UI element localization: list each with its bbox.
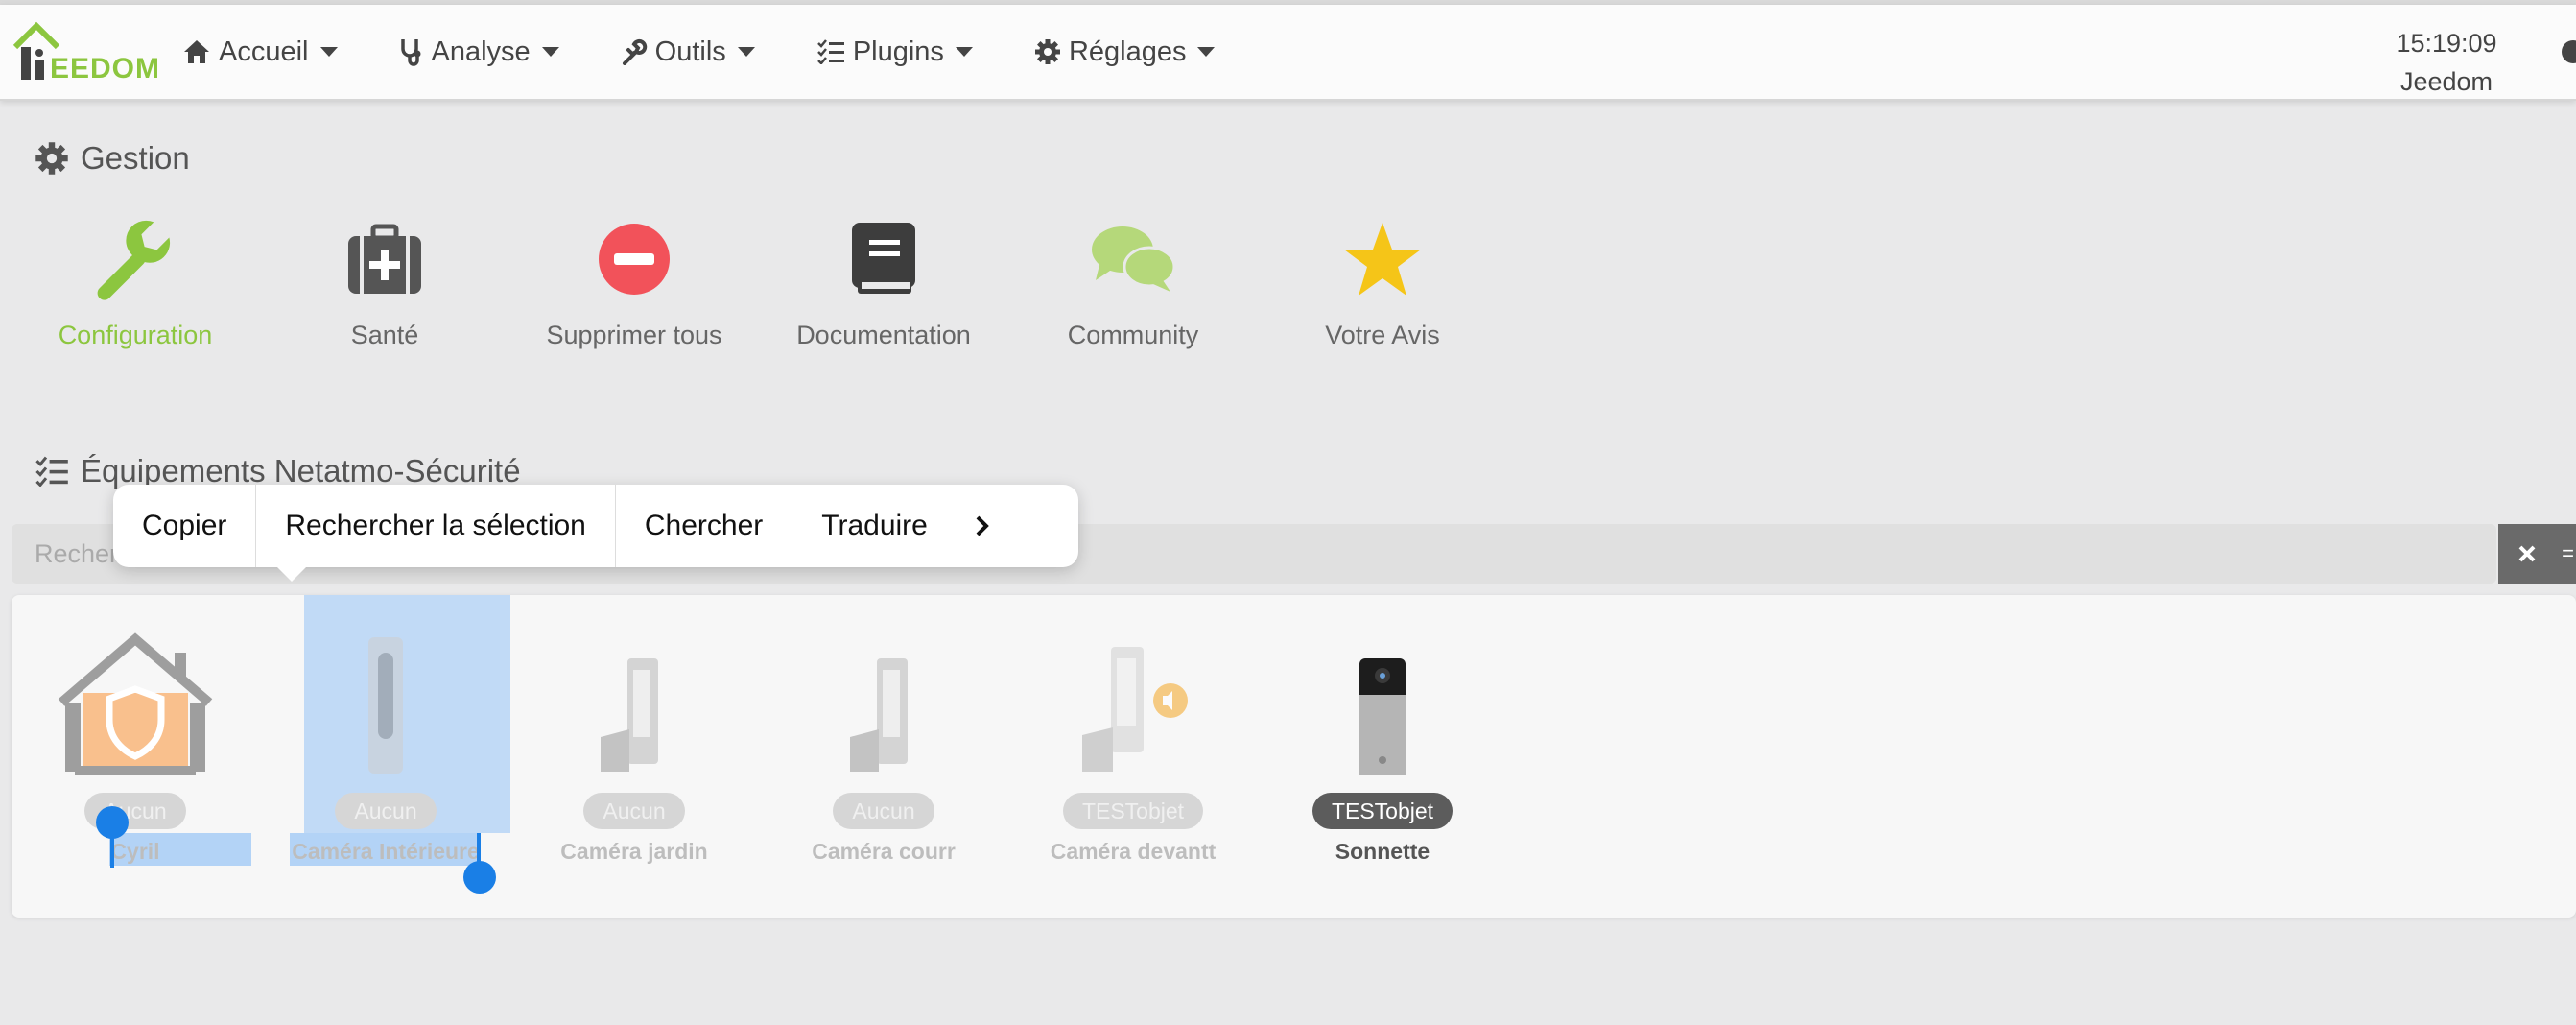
- menu-reglages[interactable]: Réglages: [1034, 36, 1223, 68]
- equipment-card[interactable]: TESTobjet Caméra devantt: [1023, 614, 1243, 865]
- home-shield-icon: [58, 632, 213, 775]
- gear-icon: [35, 142, 68, 175]
- clock: 15:19:09 Jeedom: [2360, 24, 2533, 101]
- comments-icon: [1092, 226, 1176, 292]
- chevron-right-icon: [976, 515, 989, 536]
- caret-down-icon: [955, 47, 973, 57]
- equipment-name: Sonnette: [1335, 839, 1430, 864]
- gestion-supprimer-tous-label: Supprimer tous: [546, 321, 722, 349]
- equipment-name: Caméra Intérieure: [292, 839, 480, 864]
- equipment-name: Caméra devantt: [1050, 839, 1217, 864]
- gestion-supprimer-tous[interactable]: Supprimer tous: [509, 211, 759, 350]
- equipment-name: Caméra courr: [812, 839, 956, 864]
- equipment-object-badge: Aucun: [335, 793, 437, 829]
- ctx-traduire[interactable]: Traduire: [792, 485, 957, 567]
- jeedom-logo[interactable]: EEDOM: [12, 18, 159, 85]
- navbar: EEDOM Accueil Analyse Outils Plugins Rég…: [0, 5, 2576, 101]
- toggle-view-button[interactable]: =: [2556, 524, 2576, 584]
- ctx-chercher[interactable]: Chercher: [616, 485, 793, 567]
- home-icon: [184, 40, 209, 63]
- tasks-icon: [35, 456, 68, 487]
- caret-down-icon: [541, 47, 559, 57]
- equipment-object-badge: Aucun: [833, 793, 934, 829]
- doorbell-icon: [1359, 658, 1406, 775]
- gestion-sante[interactable]: Santé: [260, 211, 509, 350]
- equipment-name: Caméra jardin: [560, 839, 708, 864]
- ctx-copier[interactable]: Copier: [113, 485, 257, 567]
- menu-accueil-label: Accueil: [219, 36, 309, 67]
- gestion-votre-avis-label: Votre Avis: [1325, 321, 1440, 349]
- logo-text: EEDOM: [50, 53, 161, 84]
- ctx-rechercher-selection[interactable]: Rechercher la sélection: [256, 485, 616, 567]
- selection-end-handle[interactable]: [463, 861, 496, 894]
- equipment-card[interactable]: Aucun Caméra jardin: [524, 614, 744, 865]
- gestion-community-label: Community: [1067, 321, 1199, 349]
- clock-time: 15:19:09: [2396, 29, 2497, 58]
- stethoscope-icon: [400, 39, 420, 66]
- book-icon: [852, 223, 915, 294]
- gestion-configuration[interactable]: Configuration: [11, 211, 260, 350]
- selection-start-handle: [110, 829, 114, 868]
- menu-outils-label: Outils: [654, 36, 726, 67]
- equipment-object-badge: TESTobjet: [1062, 793, 1204, 829]
- tasks-icon: [816, 39, 844, 64]
- caret-down-icon: [1197, 47, 1216, 57]
- menu-analyse[interactable]: Analyse: [399, 36, 567, 68]
- ctx-more[interactable]: [957, 485, 1005, 567]
- outdoor-camera-icon: [850, 658, 908, 772]
- star-icon: [1344, 223, 1421, 296]
- equipment-card[interactable]: Aucun Caméra Intérieure: [275, 614, 496, 865]
- gestion-votre-avis[interactable]: Votre Avis: [1258, 211, 1507, 350]
- clock-user[interactable]: Jeedom: [2360, 62, 2533, 101]
- siren-camera-icon: [1082, 647, 1188, 772]
- gear-icon: [1034, 39, 1060, 64]
- wrench-icon: [97, 220, 171, 300]
- clear-search-button[interactable]: [2498, 524, 2556, 584]
- menu-analyse-label: Analyse: [431, 36, 531, 67]
- outdoor-camera-icon: [601, 658, 658, 772]
- equipment-object-badge: TESTobjet: [1312, 793, 1453, 829]
- text-selection-context-menu: Copier Rechercher la sélection Chercher …: [113, 485, 1078, 567]
- equipment-object-badge: Aucun: [583, 793, 685, 829]
- gestion-title-label: Gestion: [81, 140, 190, 176]
- times-icon: [2518, 545, 2536, 562]
- context-menu-pointer: [276, 566, 307, 582]
- gestion-documentation-label: Documentation: [796, 321, 971, 349]
- indoor-camera-icon: [368, 637, 403, 774]
- gestion-title: Gestion: [35, 140, 190, 177]
- info-icon[interactable]: [2562, 40, 2576, 63]
- equipment-card[interactable]: Aucun Cyril: [25, 614, 246, 865]
- gestion-community[interactable]: Community: [1008, 211, 1258, 350]
- gestion-documentation[interactable]: Documentation: [759, 211, 1008, 350]
- minus-circle-icon: [599, 224, 670, 295]
- equipment-name: Cyril: [110, 839, 160, 864]
- medkit-icon: [348, 224, 421, 294]
- gestion-configuration-label: Configuration: [58, 321, 213, 349]
- equipment-card[interactable]: Aucun Caméra courr: [773, 614, 994, 865]
- menu-reglages-label: Réglages: [1068, 36, 1187, 67]
- menu-accueil[interactable]: Accueil: [182, 36, 345, 68]
- menu-plugins-label: Plugins: [852, 36, 944, 67]
- menu-outils[interactable]: Outils: [621, 36, 763, 68]
- gestion-sante-label: Santé: [350, 321, 419, 349]
- wrench-icon: [622, 38, 647, 65]
- main-menu: Accueil Analyse Outils Plugins Réglages: [182, 5, 1276, 99]
- menu-plugins[interactable]: Plugins: [816, 36, 981, 68]
- caret-down-icon: [737, 47, 755, 57]
- caret-down-icon: [319, 47, 338, 57]
- equipment-card[interactable]: TESTobjet Sonnette: [1272, 614, 1493, 865]
